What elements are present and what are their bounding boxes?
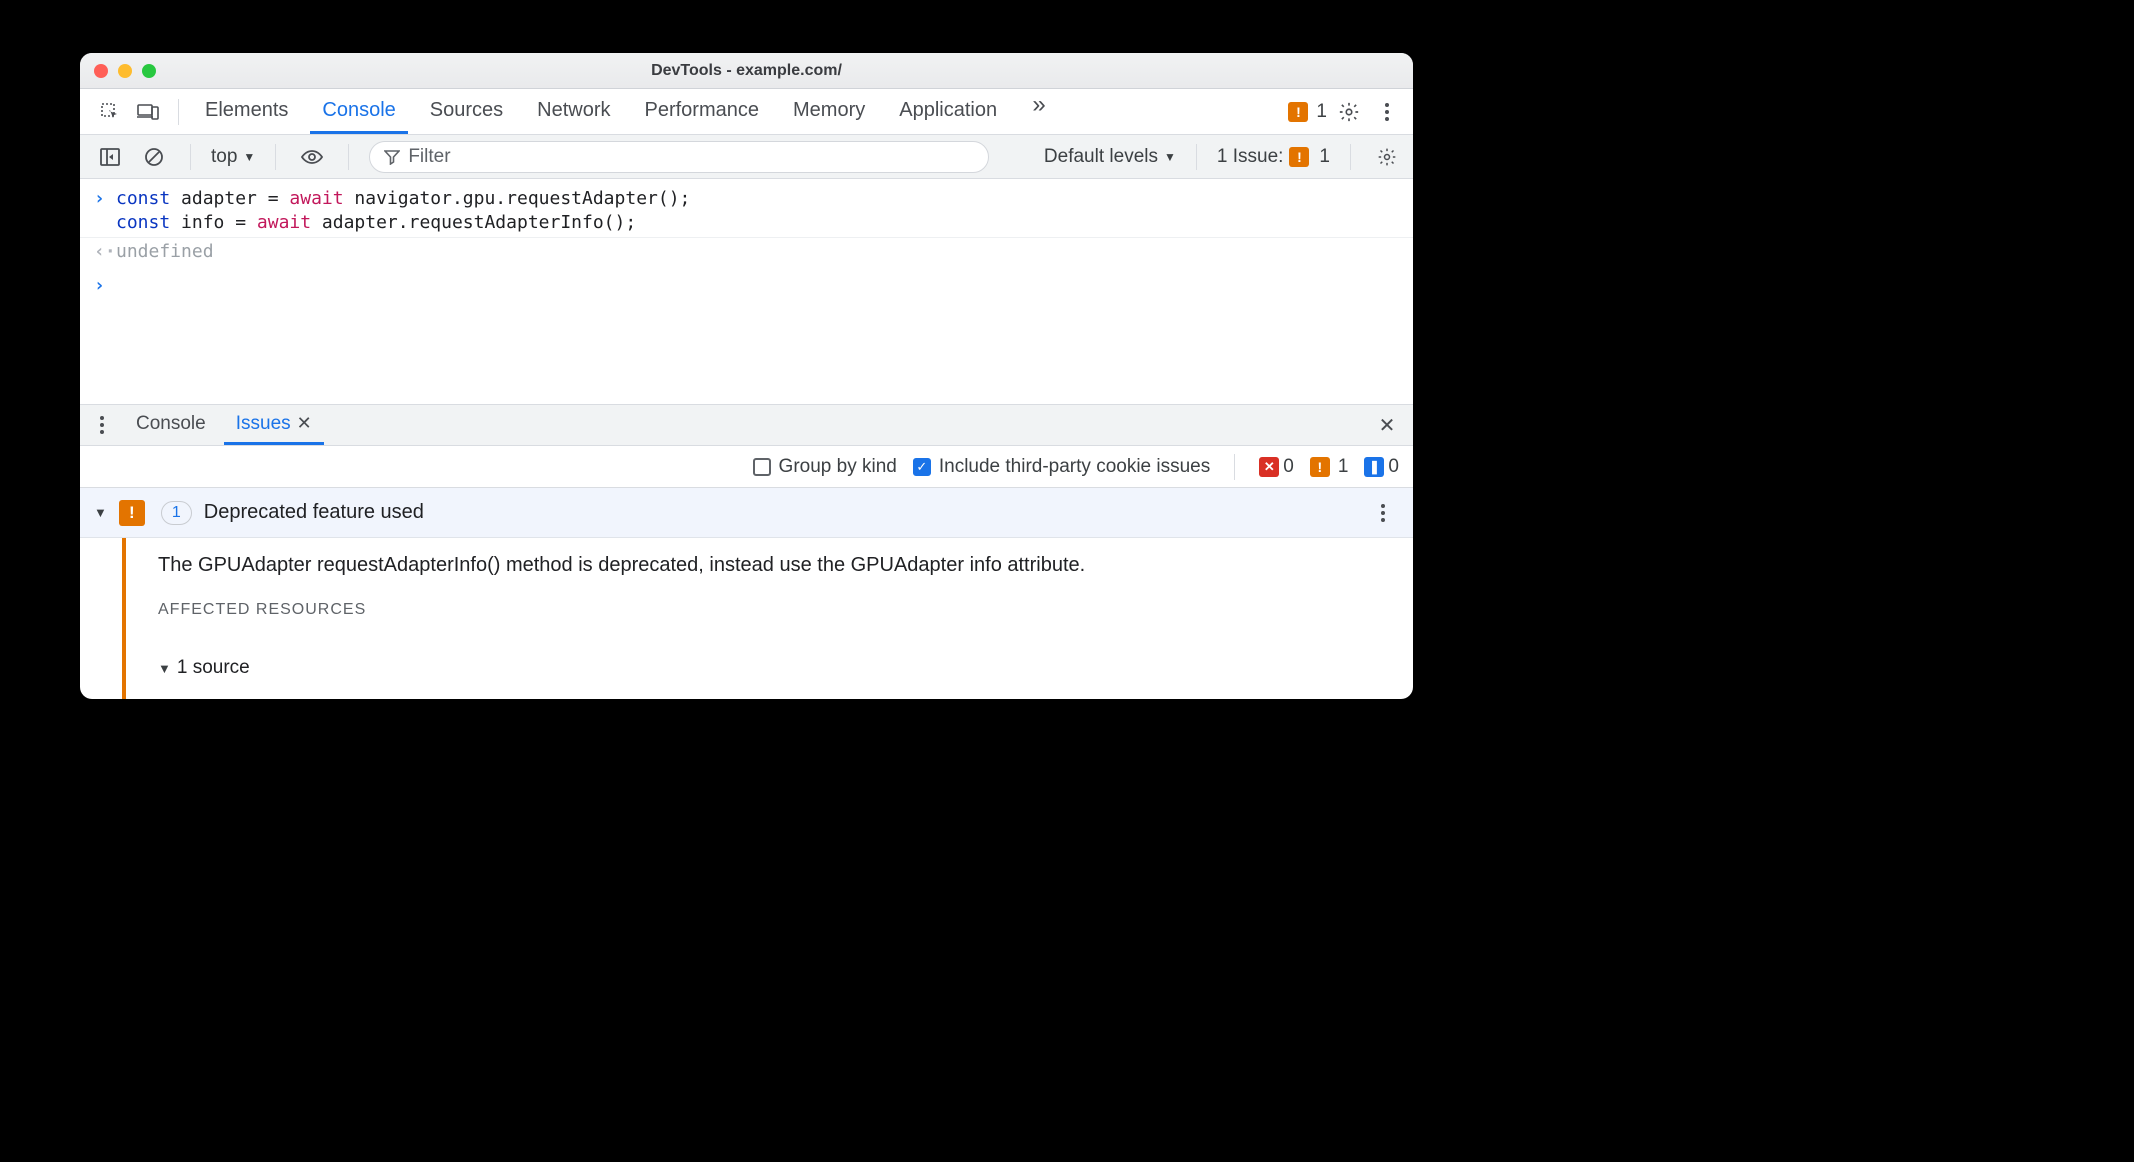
toolbar-warning-badge[interactable]: ! 1 xyxy=(1288,101,1327,123)
issue-menu-icon[interactable] xyxy=(1367,497,1399,529)
warning-icon: ! xyxy=(1288,102,1308,122)
clear-console-icon[interactable] xyxy=(138,141,170,173)
tab-network[interactable]: Network xyxy=(525,89,622,134)
console-toolbar-divider xyxy=(190,144,191,170)
dropdown-triangle-icon: ▼ xyxy=(243,150,255,164)
minimize-window-button[interactable] xyxy=(118,64,132,78)
console-toolbar-divider xyxy=(348,144,349,170)
dropdown-triangle-icon: ▼ xyxy=(1164,150,1176,164)
error-count[interactable]: ✕ 0 xyxy=(1259,456,1294,478)
warning-icon: ! xyxy=(1289,147,1309,167)
console-prompt-row[interactable]: › xyxy=(80,272,1413,300)
issues-count: 1 xyxy=(1319,146,1330,168)
drawer-menu-icon[interactable] xyxy=(86,409,118,441)
issue-message: The GPUAdapter requestAdapterInfo() meth… xyxy=(158,554,1085,577)
third-party-cookies-checkbox[interactable]: ✓ Include third-party cookie issues xyxy=(913,456,1210,478)
window-title: DevTools - example.com/ xyxy=(651,62,842,80)
toolbar-warning-count: 1 xyxy=(1316,101,1327,123)
error-icon: ✕ xyxy=(1259,457,1279,477)
more-menu-icon[interactable] xyxy=(1371,96,1403,128)
affected-resources-heading: AFFECTED RESOURCES xyxy=(158,601,1085,619)
issue-count-pill: 1 xyxy=(161,501,192,525)
issue-title: Deprecated feature used xyxy=(204,501,424,524)
more-tabs-icon[interactable]: » xyxy=(1019,89,1059,121)
checkbox-checked-icon: ✓ xyxy=(913,458,931,476)
console-toolbar-divider xyxy=(1196,144,1197,170)
console-output: › const adapter = await navigator.gpu.re… xyxy=(80,179,1413,306)
panel-tabs: Elements Console Sources Network Perform… xyxy=(193,89,1059,134)
close-tab-icon[interactable]: ✕ xyxy=(297,413,312,434)
filter-placeholder-text: Filter xyxy=(408,146,450,168)
console-toolbar-divider xyxy=(275,144,276,170)
source-count-text: 1 source xyxy=(177,657,250,679)
expand-triangle-icon: ▼ xyxy=(158,661,171,676)
console-input-row[interactable]: › const adapter = await navigator.gpu.re… xyxy=(80,185,1413,237)
tab-memory[interactable]: Memory xyxy=(781,89,877,134)
source-expand-row[interactable]: ▼ 1 source xyxy=(158,657,1085,679)
expand-triangle-icon: ▼ xyxy=(94,505,107,520)
prompt-chevron-icon: › xyxy=(94,274,116,298)
console-code-line: const adapter = await navigator.gpu.requ… xyxy=(116,187,690,235)
return-value: undefined xyxy=(116,240,214,264)
console-sidebar-toggle-icon[interactable] xyxy=(94,141,126,173)
checkbox-empty-icon xyxy=(753,458,771,476)
tab-console[interactable]: Console xyxy=(310,89,407,134)
filter-icon xyxy=(384,149,400,165)
group-by-kind-checkbox[interactable]: Group by kind xyxy=(753,456,897,478)
tab-sources[interactable]: Sources xyxy=(418,89,515,134)
live-expression-eye-icon[interactable] xyxy=(296,141,328,173)
tab-performance[interactable]: Performance xyxy=(633,89,772,134)
input-chevron-icon: › xyxy=(94,187,116,235)
device-toggle-icon[interactable] xyxy=(132,96,164,128)
issue-header-row[interactable]: ▼ ! 1 Deprecated feature used xyxy=(80,488,1413,538)
window-titlebar: DevTools - example.com/ xyxy=(80,53,1413,89)
console-filter-input[interactable]: Filter xyxy=(369,141,989,173)
info-count[interactable]: ❚ 0 xyxy=(1364,456,1399,478)
main-toolbar: Elements Console Sources Network Perform… xyxy=(80,89,1413,135)
drawer-tabstrip: Console Issues ✕ ✕ xyxy=(80,404,1413,446)
tab-elements[interactable]: Elements xyxy=(193,89,300,134)
devtools-window: DevTools - example.com/ Elements Console… xyxy=(80,53,1413,699)
levels-label: Default levels xyxy=(1044,146,1158,168)
console-return-row: ‹· undefined xyxy=(80,238,1413,266)
settings-gear-icon[interactable] xyxy=(1333,96,1365,128)
return-chevron-icon: ‹· xyxy=(94,240,116,264)
issues-link[interactable]: 1 Issue: ! 1 xyxy=(1217,146,1330,168)
warning-count[interactable]: ! 1 xyxy=(1310,456,1349,478)
warning-icon: ! xyxy=(1310,457,1330,477)
console-toolbar: top ▼ Filter Default levels ▼ 1 Issue: !… xyxy=(80,135,1413,179)
warning-icon: ! xyxy=(119,500,145,526)
toolbar-divider xyxy=(178,99,179,125)
issues-toolbar-divider xyxy=(1234,454,1235,480)
zoom-window-button[interactable] xyxy=(142,64,156,78)
info-icon: ❚ xyxy=(1364,457,1384,477)
context-label: top xyxy=(211,146,237,168)
console-toolbar-divider xyxy=(1350,144,1351,170)
tab-application[interactable]: Application xyxy=(887,89,1009,134)
close-drawer-icon[interactable]: ✕ xyxy=(1371,409,1403,441)
issue-body: The GPUAdapter requestAdapterInfo() meth… xyxy=(80,538,1413,699)
drawer-tab-console[interactable]: Console xyxy=(124,405,218,445)
traffic-lights xyxy=(94,64,156,78)
issues-label: 1 Issue: xyxy=(1217,146,1284,168)
console-settings-gear-icon[interactable] xyxy=(1371,141,1403,173)
log-levels-selector[interactable]: Default levels ▼ xyxy=(1044,146,1176,168)
close-window-button[interactable] xyxy=(94,64,108,78)
execution-context-selector[interactable]: top ▼ xyxy=(211,146,255,168)
inspect-element-icon[interactable] xyxy=(94,96,126,128)
issues-toolbar: Group by kind ✓ Include third-party cook… xyxy=(80,446,1413,488)
drawer-tab-issues[interactable]: Issues ✕ xyxy=(224,405,324,445)
